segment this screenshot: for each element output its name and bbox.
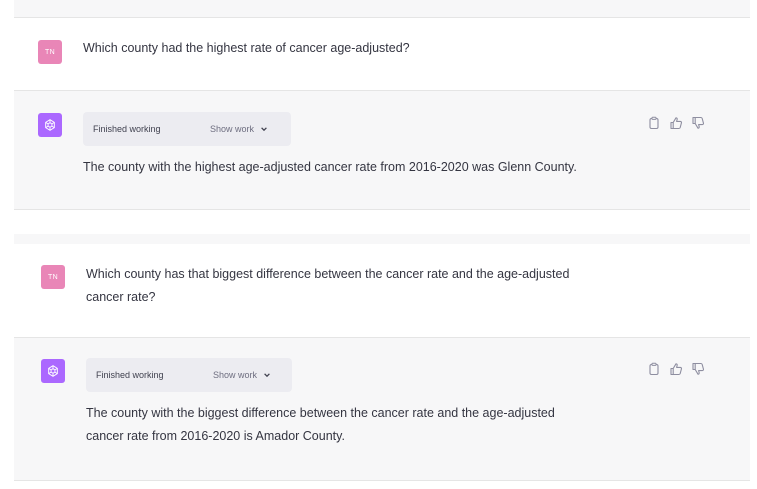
user-message: TN Which county has that biggest differe… bbox=[14, 244, 750, 337]
user-avatar: TN bbox=[41, 265, 65, 289]
assistant-message: Finished working Show work The county wi… bbox=[14, 90, 750, 210]
work-status-pill: Finished working Show work bbox=[86, 358, 292, 392]
conversation-divider bbox=[14, 234, 750, 244]
thumbs-up-icon[interactable] bbox=[669, 362, 683, 376]
message-actions bbox=[647, 362, 705, 376]
message-text: The county with the highest age-adjusted… bbox=[83, 160, 577, 174]
work-status-label: Finished working bbox=[93, 124, 161, 134]
message-text: Which county had the highest rate of can… bbox=[83, 41, 410, 55]
chevron-down-icon bbox=[264, 373, 270, 378]
work-status-label: Finished working bbox=[96, 370, 164, 380]
show-work-label: Show work bbox=[210, 124, 255, 134]
chevron-down-icon bbox=[261, 127, 267, 132]
openai-logo-icon bbox=[45, 119, 55, 131]
previous-message-strip bbox=[14, 0, 750, 18]
message-actions bbox=[647, 116, 705, 130]
copy-icon[interactable] bbox=[647, 116, 661, 130]
message-line: cancer rate? bbox=[86, 290, 156, 304]
message-line: cancer rate from 2016-2020 is Amador Cou… bbox=[86, 429, 345, 443]
user-message: TN Which county had the highest rate of … bbox=[14, 18, 750, 90]
message-line: Which county has that biggest difference… bbox=[86, 267, 570, 281]
message-text: Which county has that biggest difference… bbox=[86, 263, 569, 309]
assistant-message: Finished working Show work The county wi… bbox=[14, 337, 750, 481]
thumbs-up-icon[interactable] bbox=[669, 116, 683, 130]
thumbs-down-icon[interactable] bbox=[691, 116, 705, 130]
message-line: The county with the biggest difference b… bbox=[86, 406, 555, 420]
show-work-button[interactable]: Show work bbox=[213, 370, 271, 380]
show-work-label: Show work bbox=[213, 370, 258, 380]
show-work-button[interactable]: Show work bbox=[210, 124, 268, 134]
assistant-avatar bbox=[38, 113, 62, 137]
thumbs-down-icon[interactable] bbox=[691, 362, 705, 376]
assistant-avatar bbox=[41, 359, 65, 383]
work-status-pill: Finished working Show work bbox=[83, 112, 291, 146]
user-avatar: TN bbox=[38, 40, 62, 64]
openai-logo-icon bbox=[48, 365, 58, 377]
message-text: The county with the biggest difference b… bbox=[86, 402, 555, 448]
copy-icon[interactable] bbox=[647, 362, 661, 376]
